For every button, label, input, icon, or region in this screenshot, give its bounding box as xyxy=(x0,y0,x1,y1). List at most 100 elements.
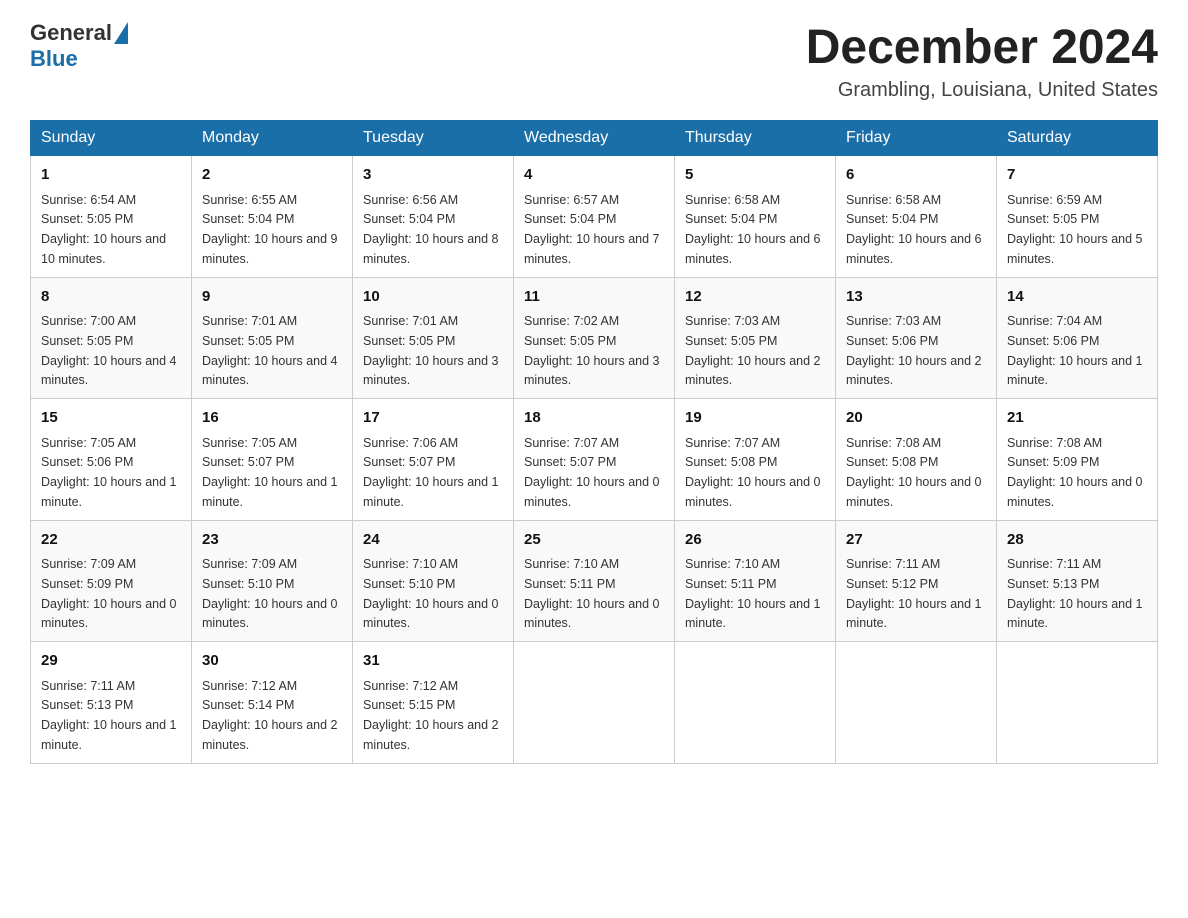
day-info: Sunrise: 7:03 AMSunset: 5:05 PMDaylight:… xyxy=(685,314,821,387)
calendar-cell: 18 Sunrise: 7:07 AMSunset: 5:07 PMDaylig… xyxy=(514,399,675,521)
calendar-cell: 6 Sunrise: 6:58 AMSunset: 5:04 PMDayligh… xyxy=(836,156,997,278)
weekday-header-thursday: Thursday xyxy=(675,121,836,156)
calendar-cell: 3 Sunrise: 6:56 AMSunset: 5:04 PMDayligh… xyxy=(353,156,514,278)
title-area: December 2024 Grambling, Louisiana, Unit… xyxy=(806,20,1158,102)
day-number: 23 xyxy=(202,529,342,552)
calendar-cell xyxy=(997,642,1158,764)
calendar-cell: 9 Sunrise: 7:01 AMSunset: 5:05 PMDayligh… xyxy=(192,277,353,399)
calendar-cell: 21 Sunrise: 7:08 AMSunset: 5:09 PMDaylig… xyxy=(997,399,1158,521)
day-number: 30 xyxy=(202,650,342,673)
calendar-cell: 28 Sunrise: 7:11 AMSunset: 5:13 PMDaylig… xyxy=(997,520,1158,642)
day-number: 25 xyxy=(524,529,664,552)
day-info: Sunrise: 7:00 AMSunset: 5:05 PMDaylight:… xyxy=(41,314,177,387)
calendar-cell: 17 Sunrise: 7:06 AMSunset: 5:07 PMDaylig… xyxy=(353,399,514,521)
day-number: 26 xyxy=(685,529,825,552)
logo-triangle-icon xyxy=(114,22,128,44)
week-row-2: 8 Sunrise: 7:00 AMSunset: 5:05 PMDayligh… xyxy=(31,277,1158,399)
day-number: 16 xyxy=(202,407,342,430)
day-number: 11 xyxy=(524,286,664,309)
day-info: Sunrise: 6:56 AMSunset: 5:04 PMDaylight:… xyxy=(363,193,499,266)
day-info: Sunrise: 7:10 AMSunset: 5:10 PMDaylight:… xyxy=(363,557,499,630)
calendar-cell: 7 Sunrise: 6:59 AMSunset: 5:05 PMDayligh… xyxy=(997,156,1158,278)
day-info: Sunrise: 7:09 AMSunset: 5:10 PMDaylight:… xyxy=(202,557,338,630)
day-info: Sunrise: 7:07 AMSunset: 5:07 PMDaylight:… xyxy=(524,436,660,509)
day-number: 20 xyxy=(846,407,986,430)
calendar-cell: 16 Sunrise: 7:05 AMSunset: 5:07 PMDaylig… xyxy=(192,399,353,521)
day-number: 27 xyxy=(846,529,986,552)
day-number: 21 xyxy=(1007,407,1147,430)
calendar-cell: 20 Sunrise: 7:08 AMSunset: 5:08 PMDaylig… xyxy=(836,399,997,521)
day-info: Sunrise: 7:12 AMSunset: 5:15 PMDaylight:… xyxy=(363,679,499,752)
calendar-cell: 27 Sunrise: 7:11 AMSunset: 5:12 PMDaylig… xyxy=(836,520,997,642)
day-number: 18 xyxy=(524,407,664,430)
day-number: 2 xyxy=(202,164,342,187)
day-info: Sunrise: 7:10 AMSunset: 5:11 PMDaylight:… xyxy=(524,557,660,630)
day-number: 28 xyxy=(1007,529,1147,552)
logo-general-text: General xyxy=(30,20,112,46)
calendar-cell xyxy=(836,642,997,764)
day-number: 9 xyxy=(202,286,342,309)
weekday-header-monday: Monday xyxy=(192,121,353,156)
day-number: 5 xyxy=(685,164,825,187)
day-info: Sunrise: 7:05 AMSunset: 5:07 PMDaylight:… xyxy=(202,436,338,509)
day-info: Sunrise: 7:11 AMSunset: 5:13 PMDaylight:… xyxy=(1007,557,1143,630)
calendar-cell: 24 Sunrise: 7:10 AMSunset: 5:10 PMDaylig… xyxy=(353,520,514,642)
weekday-header-saturday: Saturday xyxy=(997,121,1158,156)
calendar-cell: 25 Sunrise: 7:10 AMSunset: 5:11 PMDaylig… xyxy=(514,520,675,642)
day-info: Sunrise: 7:07 AMSunset: 5:08 PMDaylight:… xyxy=(685,436,821,509)
weekday-header-friday: Friday xyxy=(836,121,997,156)
calendar-cell: 30 Sunrise: 7:12 AMSunset: 5:14 PMDaylig… xyxy=(192,642,353,764)
calendar-cell: 15 Sunrise: 7:05 AMSunset: 5:06 PMDaylig… xyxy=(31,399,192,521)
day-info: Sunrise: 6:54 AMSunset: 5:05 PMDaylight:… xyxy=(41,193,166,266)
day-number: 29 xyxy=(41,650,181,673)
weekday-header-tuesday: Tuesday xyxy=(353,121,514,156)
day-number: 8 xyxy=(41,286,181,309)
day-info: Sunrise: 7:08 AMSunset: 5:08 PMDaylight:… xyxy=(846,436,982,509)
day-number: 31 xyxy=(363,650,503,673)
day-info: Sunrise: 7:05 AMSunset: 5:06 PMDaylight:… xyxy=(41,436,177,509)
week-row-1: 1 Sunrise: 6:54 AMSunset: 5:05 PMDayligh… xyxy=(31,156,1158,278)
calendar-cell: 26 Sunrise: 7:10 AMSunset: 5:11 PMDaylig… xyxy=(675,520,836,642)
calendar-cell: 1 Sunrise: 6:54 AMSunset: 5:05 PMDayligh… xyxy=(31,156,192,278)
weekday-header-sunday: Sunday xyxy=(31,121,192,156)
calendar-table: SundayMondayTuesdayWednesdayThursdayFrid… xyxy=(30,120,1158,764)
day-info: Sunrise: 6:58 AMSunset: 5:04 PMDaylight:… xyxy=(846,193,982,266)
day-number: 6 xyxy=(846,164,986,187)
calendar-cell: 8 Sunrise: 7:00 AMSunset: 5:05 PMDayligh… xyxy=(31,277,192,399)
day-info: Sunrise: 7:11 AMSunset: 5:13 PMDaylight:… xyxy=(41,679,177,752)
day-number: 7 xyxy=(1007,164,1147,187)
day-number: 13 xyxy=(846,286,986,309)
week-row-5: 29 Sunrise: 7:11 AMSunset: 5:13 PMDaylig… xyxy=(31,642,1158,764)
day-info: Sunrise: 6:55 AMSunset: 5:04 PMDaylight:… xyxy=(202,193,338,266)
day-number: 3 xyxy=(363,164,503,187)
day-info: Sunrise: 7:01 AMSunset: 5:05 PMDaylight:… xyxy=(202,314,338,387)
day-number: 17 xyxy=(363,407,503,430)
day-number: 22 xyxy=(41,529,181,552)
day-number: 1 xyxy=(41,164,181,187)
day-info: Sunrise: 6:59 AMSunset: 5:05 PMDaylight:… xyxy=(1007,193,1143,266)
day-info: Sunrise: 7:12 AMSunset: 5:14 PMDaylight:… xyxy=(202,679,338,752)
day-info: Sunrise: 7:03 AMSunset: 5:06 PMDaylight:… xyxy=(846,314,982,387)
weekday-header-wednesday: Wednesday xyxy=(514,121,675,156)
calendar-cell: 12 Sunrise: 7:03 AMSunset: 5:05 PMDaylig… xyxy=(675,277,836,399)
calendar-cell: 22 Sunrise: 7:09 AMSunset: 5:09 PMDaylig… xyxy=(31,520,192,642)
page-header: General Blue December 2024 Grambling, Lo… xyxy=(30,20,1158,102)
day-info: Sunrise: 7:11 AMSunset: 5:12 PMDaylight:… xyxy=(846,557,982,630)
day-info: Sunrise: 7:10 AMSunset: 5:11 PMDaylight:… xyxy=(685,557,821,630)
month-year-title: December 2024 xyxy=(806,20,1158,75)
calendar-cell: 29 Sunrise: 7:11 AMSunset: 5:13 PMDaylig… xyxy=(31,642,192,764)
day-number: 10 xyxy=(363,286,503,309)
day-info: Sunrise: 7:04 AMSunset: 5:06 PMDaylight:… xyxy=(1007,314,1143,387)
day-info: Sunrise: 7:02 AMSunset: 5:05 PMDaylight:… xyxy=(524,314,660,387)
logo-blue-text: Blue xyxy=(30,46,78,72)
calendar-cell xyxy=(514,642,675,764)
day-number: 19 xyxy=(685,407,825,430)
day-number: 12 xyxy=(685,286,825,309)
day-info: Sunrise: 6:58 AMSunset: 5:04 PMDaylight:… xyxy=(685,193,821,266)
day-number: 15 xyxy=(41,407,181,430)
calendar-cell: 14 Sunrise: 7:04 AMSunset: 5:06 PMDaylig… xyxy=(997,277,1158,399)
day-info: Sunrise: 7:06 AMSunset: 5:07 PMDaylight:… xyxy=(363,436,499,509)
calendar-cell: 10 Sunrise: 7:01 AMSunset: 5:05 PMDaylig… xyxy=(353,277,514,399)
calendar-cell: 4 Sunrise: 6:57 AMSunset: 5:04 PMDayligh… xyxy=(514,156,675,278)
day-info: Sunrise: 7:08 AMSunset: 5:09 PMDaylight:… xyxy=(1007,436,1143,509)
